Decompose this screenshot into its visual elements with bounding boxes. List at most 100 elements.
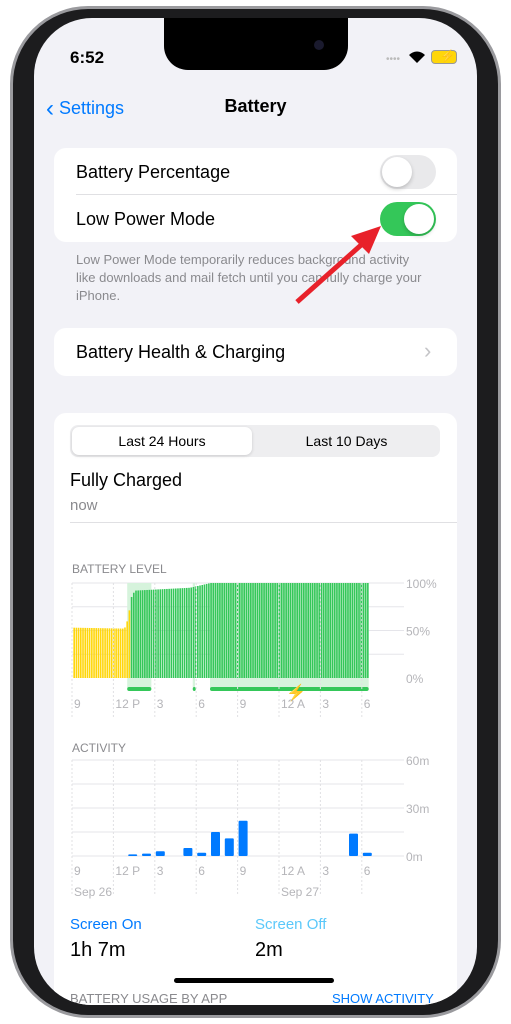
battery-level-bar: [250, 583, 252, 678]
battery-level-bar: [170, 588, 173, 678]
screen-on-label: Screen On: [70, 916, 142, 933]
battery-level-bar: [342, 583, 345, 678]
battery-level-bar: [356, 583, 358, 678]
x-tick-label: 9: [240, 864, 247, 878]
battery-level-bar: [117, 628, 120, 678]
battery-level-bar: [168, 588, 170, 678]
x-tick-label: 3: [322, 697, 329, 711]
battery-level-bar: [263, 583, 265, 678]
battery-level-bar: [201, 584, 204, 678]
battery-level-bar: [367, 583, 369, 678]
battery-level-bar: [210, 583, 212, 678]
battery-level-bar: [179, 588, 181, 678]
screen: 6:52 •••• ⚡ ‹ Settings Battery Battery P…: [34, 18, 477, 1005]
battery-level-bar: [232, 583, 234, 678]
battery-level-bar: [325, 583, 327, 678]
x-tick-label: 9: [74, 697, 81, 711]
camera-icon: [314, 40, 324, 50]
battery-level-bar: [152, 589, 155, 678]
battery-level-bar: [84, 627, 87, 678]
x-tick-label: 6: [364, 697, 371, 711]
battery-level-bar: [287, 583, 290, 678]
divider: [76, 194, 457, 195]
battery-level-bar: [305, 583, 307, 678]
battery-level-bar: [97, 628, 100, 678]
battery-level-bar: [208, 583, 210, 678]
charging-bar: [127, 687, 152, 691]
battery-level-bar: [241, 583, 243, 678]
page-title: Battery: [224, 96, 287, 116]
battery-level-bar: [110, 628, 113, 678]
battery-level-bar: [126, 621, 128, 678]
battery-level-bar: [289, 583, 292, 678]
battery-level-bar: [80, 627, 82, 678]
battery-level-bar: [192, 586, 195, 678]
battery-level-bar: [77, 627, 80, 678]
battery-level-bar: [307, 583, 310, 678]
chevron-right-icon: ›: [424, 338, 432, 363]
battery-level-bar: [358, 583, 360, 678]
battery-level-bar: [214, 583, 217, 678]
battery-level-bar: [88, 627, 91, 678]
x-tick-label: 6: [364, 864, 371, 878]
battery-level-bar: [223, 583, 226, 678]
battery-level-bar: [329, 583, 332, 678]
battery-level-bar: [258, 583, 261, 678]
battery-level-bar: [322, 583, 325, 678]
battery-level-bar: [146, 589, 148, 678]
battery-level-bar: [95, 628, 98, 678]
battery-level-bar: [338, 583, 340, 678]
low-power-mode-label: Low Power Mode: [76, 209, 216, 229]
status-time: 6:52: [70, 48, 105, 67]
battery-percentage-label: Battery Percentage: [76, 162, 231, 182]
y-tick-label: 0%: [406, 672, 424, 686]
x-tick-label: 3: [322, 864, 329, 878]
show-activity-button[interactable]: SHOW ACTIVITY: [332, 991, 434, 1005]
battery-level-bar: [73, 627, 75, 678]
battery-level-bar: [340, 583, 343, 678]
battery-level-bar: [364, 583, 367, 678]
battery-level-bar: [216, 583, 219, 678]
battery-usage-by-app-header: BATTERY USAGE BY APP: [70, 991, 228, 1005]
battery-level-bar: [311, 583, 314, 678]
battery-health-row[interactable]: Battery Health & Charging ›: [54, 328, 457, 376]
battery-level-bar: [238, 583, 241, 678]
home-indicator[interactable]: [174, 978, 334, 983]
battery-level-bar: [280, 583, 283, 678]
activity-title: ACTIVITY: [72, 741, 126, 755]
battery-level-bar: [298, 583, 301, 678]
battery-level-bar: [283, 583, 285, 678]
battery-level-bar: [320, 583, 323, 678]
battery-level-bar: [166, 588, 168, 678]
toggles-card: Battery Percentage Low Power Mode: [54, 148, 457, 242]
battery-level-bar: [106, 628, 109, 678]
battery-level-bar: [82, 627, 84, 678]
battery-level-bar: [190, 587, 193, 678]
x-tick-label: 12 P: [115, 864, 140, 878]
activity-bar: [197, 852, 207, 856]
battery-level-bar: [121, 628, 124, 678]
battery-level-bar: [86, 627, 89, 678]
battery-level-bar: [336, 583, 338, 678]
date-label: Sep 26: [74, 885, 112, 899]
battery-level-bar: [347, 583, 349, 678]
notch: [164, 18, 348, 70]
activity-bar: [142, 853, 151, 856]
battery-level-bar: [261, 583, 263, 678]
battery-level-bar: [119, 628, 122, 678]
battery-percentage-toggle[interactable]: [380, 155, 436, 189]
battery-level-bar: [172, 588, 175, 678]
battery-level-bar: [161, 589, 164, 678]
battery-level-bar: [247, 583, 250, 678]
battery-level-bar: [183, 588, 186, 678]
battery-level-bar: [93, 628, 95, 678]
y-tick-label: 60m: [406, 754, 429, 768]
battery-level-bar: [276, 583, 279, 678]
battery-level-bar: [318, 583, 321, 678]
battery-level-bar: [144, 590, 146, 678]
usage-card: Last 24 Hours Last 10 Days Fully Charged…: [54, 413, 457, 1005]
battery-level-bar: [327, 583, 329, 678]
battery-level-bar: [150, 589, 153, 678]
battery-level-bar: [274, 583, 276, 678]
battery-level-bar: [108, 628, 111, 678]
